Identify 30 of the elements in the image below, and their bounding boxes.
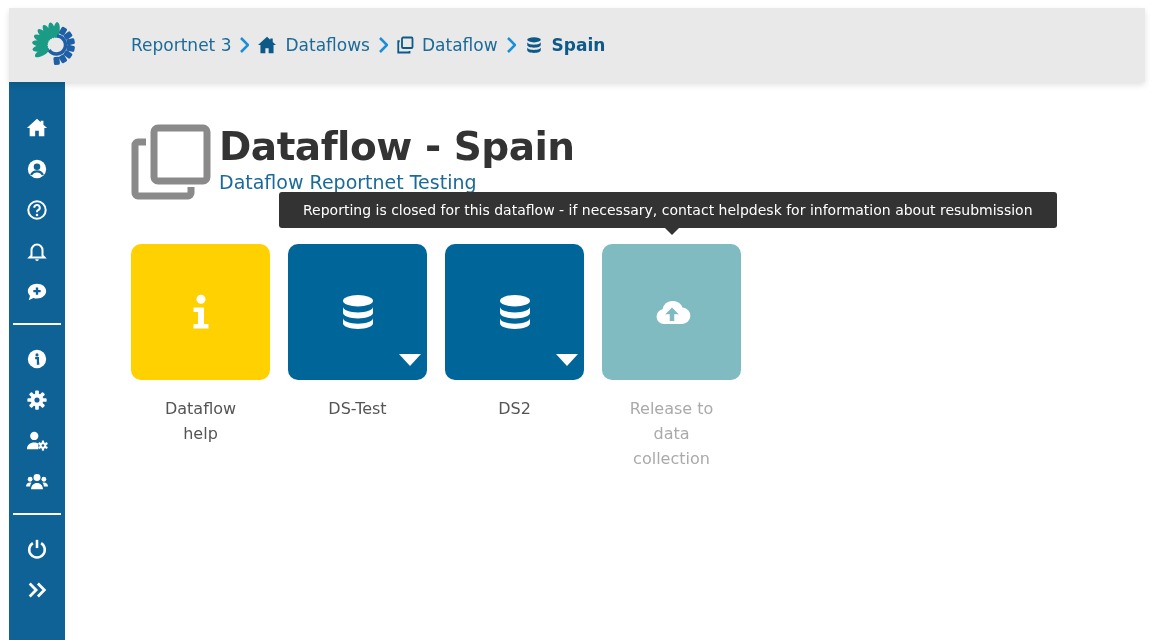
card-label: DS2 [497,398,532,420]
info-icon[interactable] [26,348,48,370]
dataset-card[interactable] [288,244,427,380]
card-label: Release to data collection [628,398,715,470]
page-subtitle: Dataflow Reportnet Testing [219,170,478,194]
chevron-icon [505,37,516,53]
caret-icon[interactable] [399,354,421,366]
user-gear-icon[interactable] [26,430,48,452]
chevron-icon [377,37,388,53]
breadcrumb-link[interactable]: Dataflow [395,35,498,55]
breadcrumb-link[interactable]: Dataflows [257,35,370,55]
card-label: Dataflow help [163,398,238,445]
home-icon[interactable] [26,117,48,139]
page-title: Dataflow - Spain [219,124,575,170]
help-icon[interactable] [26,199,48,221]
tooltip-arrow [665,228,679,235]
chat-plus-icon[interactable] [26,281,48,303]
caret-icon[interactable] [556,354,578,366]
copy-icon [395,36,414,54]
breadcrumb-link[interactable]: Reportnet 3 [131,35,232,55]
user-icon[interactable] [26,158,48,180]
power-icon[interactable] [26,538,48,560]
settings-icon[interactable] [26,389,48,411]
copy-icon [131,124,211,200]
home-icon [257,36,278,54]
tooltip: Reporting is closed for this dataflow - if necessary, contact helpdesk for information about resubmission [279,192,1057,228]
chevron-icon [239,37,250,53]
card-label: DS-Test [327,398,388,420]
breadcrumb-link[interactable]: Spain [523,35,606,55]
dataset-card[interactable] [445,244,584,380]
